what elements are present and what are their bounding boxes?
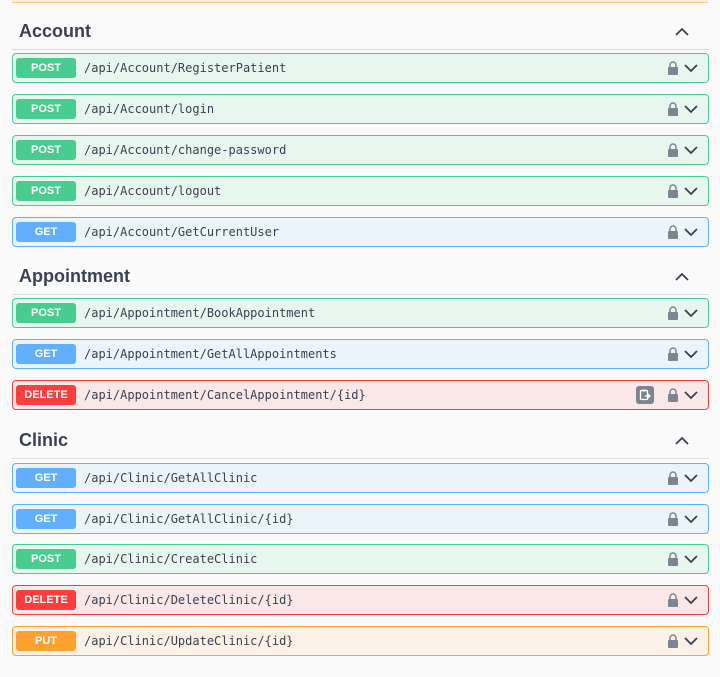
lock-icon[interactable]: [667, 634, 679, 648]
operation-path: /api/Appointment/GetAllAppointments: [84, 347, 337, 361]
chevron-down-icon[interactable]: [683, 553, 699, 565]
method-badge: POST: [16, 549, 76, 569]
chevron-down-icon[interactable]: [683, 62, 699, 74]
method-badge: POST: [16, 181, 76, 201]
operation-login[interactable]: POST /api/Account/login: [12, 94, 709, 124]
operation-update-clinic[interactable]: PUT /api/Clinic/UpdateClinic/{id}: [12, 626, 709, 656]
method-badge: POST: [16, 140, 76, 160]
chevron-down-icon[interactable]: [683, 635, 699, 647]
chevron-down-icon[interactable]: [683, 103, 699, 115]
section-title: Appointment: [19, 266, 130, 286]
method-badge: GET: [16, 344, 76, 364]
method-badge: DELETE: [16, 385, 76, 405]
operation-logout[interactable]: POST /api/Account/logout: [12, 176, 709, 206]
chevron-down-icon[interactable]: [683, 307, 699, 319]
operation-get-current-user[interactable]: GET /api/Account/GetCurrentUser: [12, 217, 709, 247]
operation-path: /api/Account/RegisterPatient: [84, 61, 287, 75]
chevron-down-icon[interactable]: [683, 144, 699, 156]
lock-icon[interactable]: [667, 471, 679, 485]
section-header-clinic[interactable]: Clinic: [12, 422, 709, 459]
method-badge: POST: [16, 303, 76, 323]
lock-icon[interactable]: [667, 512, 679, 526]
method-badge: PUT: [16, 631, 76, 651]
chevron-down-icon[interactable]: [683, 226, 699, 238]
chevron-down-icon[interactable]: [683, 389, 699, 401]
chevron-up-icon[interactable]: [673, 23, 691, 41]
operation-get-all-clinic[interactable]: GET /api/Clinic/GetAllClinic: [12, 463, 709, 493]
lock-icon[interactable]: [667, 593, 679, 607]
operation-path: /api/Account/GetCurrentUser: [84, 225, 280, 239]
operation-path: /api/Clinic/GetAllClinic: [84, 471, 258, 485]
chevron-down-icon[interactable]: [683, 472, 699, 484]
lock-icon[interactable]: [667, 552, 679, 566]
operation-path: /api/Account/login: [84, 102, 215, 116]
chevron-up-icon[interactable]: [673, 268, 691, 286]
method-badge: DELETE: [16, 590, 76, 610]
section-title: Account: [19, 21, 91, 41]
chevron-up-icon[interactable]: [673, 432, 691, 450]
lock-icon[interactable]: [667, 347, 679, 361]
operation-path: /api/Account/change-password: [84, 143, 287, 157]
copy-to-clipboard-icon: [639, 389, 651, 401]
lock-icon[interactable]: [667, 225, 679, 239]
operation-create-clinic[interactable]: POST /api/Clinic/CreateClinic: [12, 544, 709, 574]
lock-icon[interactable]: [667, 306, 679, 320]
lock-icon[interactable]: [667, 102, 679, 116]
previous-section-edge: [12, 0, 708, 3]
method-badge: POST: [16, 58, 76, 78]
operation-path: /api/Clinic/DeleteClinic/{id}: [84, 593, 294, 607]
method-badge: GET: [16, 222, 76, 242]
operation-path: /api/Appointment/CancelAppointment/{id}: [84, 388, 366, 402]
operation-delete-clinic[interactable]: DELETE /api/Clinic/DeleteClinic/{id}: [12, 585, 709, 615]
operation-path: /api/Clinic/CreateClinic: [84, 552, 258, 566]
section-header-account[interactable]: Account: [12, 13, 709, 50]
lock-icon[interactable]: [667, 388, 679, 402]
lock-icon[interactable]: [667, 184, 679, 198]
section-title: Clinic: [19, 430, 69, 450]
chevron-down-icon[interactable]: [683, 348, 699, 360]
copy-to-clipboard-button[interactable]: [636, 386, 654, 404]
method-badge: GET: [16, 509, 76, 529]
chevron-down-icon[interactable]: [683, 594, 699, 606]
method-badge: GET: [16, 468, 76, 488]
chevron-down-icon[interactable]: [683, 513, 699, 525]
operation-path: /api/Account/logout: [84, 184, 222, 198]
chevron-down-icon[interactable]: [683, 185, 699, 197]
operation-register-patient[interactable]: POST /api/Account/RegisterPatient: [12, 53, 709, 83]
operation-path: /api/Appointment/BookAppointment: [84, 306, 316, 320]
method-badge: POST: [16, 99, 76, 119]
operation-cancel-appointment[interactable]: DELETE /api/Appointment/CancelAppointmen…: [12, 380, 709, 410]
operation-get-all-appointments[interactable]: GET /api/Appointment/GetAllAppointments: [12, 339, 709, 369]
operation-change-password[interactable]: POST /api/Account/change-password: [12, 135, 709, 165]
operation-get-clinic-by-id[interactable]: GET /api/Clinic/GetAllClinic/{id}: [12, 504, 709, 534]
section-header-appointment[interactable]: Appointment: [12, 258, 709, 295]
lock-icon[interactable]: [667, 143, 679, 157]
lock-icon[interactable]: [667, 61, 679, 75]
operation-path: /api/Clinic/GetAllClinic/{id}: [84, 512, 294, 526]
operation-book-appointment[interactable]: POST /api/Appointment/BookAppointment: [12, 298, 709, 328]
operation-path: /api/Clinic/UpdateClinic/{id}: [84, 634, 294, 648]
